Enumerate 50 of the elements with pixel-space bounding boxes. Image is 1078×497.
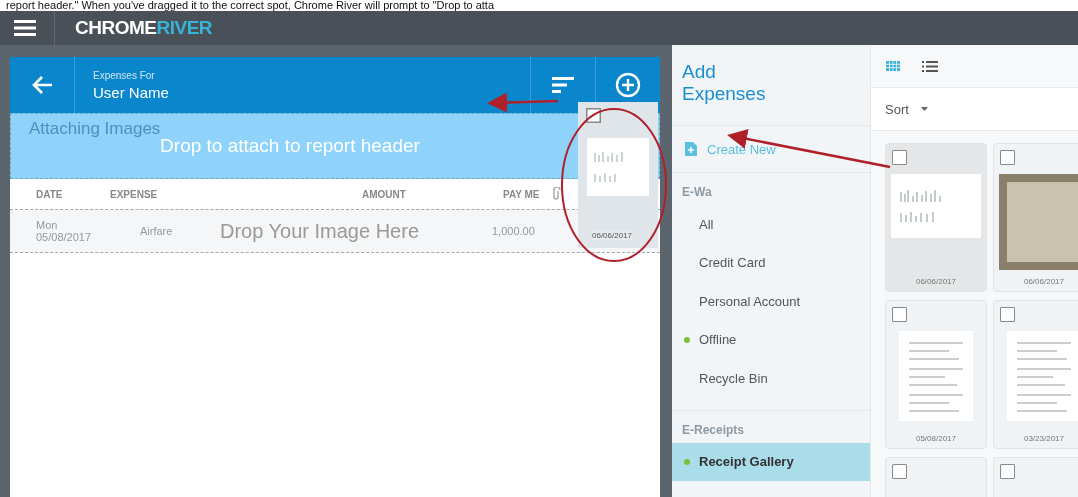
annotation-arrow (487, 92, 559, 113)
row-amount: 1,000.00 (492, 225, 535, 237)
section-label: E-Receipts (681, 421, 746, 439)
receipt-card[interactable]: 06/06/2017 (993, 143, 1078, 292)
list-view-icon[interactable] (922, 60, 938, 72)
sidebar-item[interactable]: All (672, 205, 870, 244)
receipt-date: 06/06/2017 (592, 231, 633, 240)
drop-message: Drop to attach to report header (160, 135, 420, 157)
checkbox[interactable] (892, 464, 907, 479)
column-header: PAY ME (503, 188, 540, 200)
report-subtitle: Expenses For (93, 69, 156, 81)
row-date: 05/08/2017 (36, 231, 92, 243)
back-arrow-icon[interactable] (32, 75, 54, 95)
receipt-scan-image (587, 138, 649, 196)
checkbox[interactable] (1000, 307, 1015, 322)
receipt-date: 03/23/2017 (1023, 434, 1064, 443)
checkbox[interactable] (892, 150, 907, 165)
drop-message: Drop Your Image Here (220, 219, 419, 243)
checkbox[interactable] (892, 307, 907, 322)
sidebar-item[interactable]: Offline (672, 320, 870, 359)
receipt-card[interactable]: 05/08/2017 (885, 300, 987, 449)
receipt-date: 06/06/2017 (915, 277, 956, 286)
row-expense: Airfare (140, 225, 173, 237)
row-day: Mon (36, 219, 92, 231)
receipt-card[interactable]: 06/06/2017 (885, 143, 987, 292)
column-header: DATE (36, 188, 63, 200)
sort-dropdown[interactable]: Sort (871, 88, 1078, 131)
sidebar-item[interactable]: Personal Account (672, 282, 870, 321)
section-label: E-Wa (681, 184, 713, 201)
receipt-card[interactable]: 03/23/2017 (993, 300, 1078, 449)
sidebar-title: Add Expenses (681, 60, 767, 106)
report-title: User Name (93, 83, 170, 101)
sidebar-item[interactable]: Credit Card (672, 243, 870, 282)
section-title: Attaching Images (29, 119, 161, 139)
sidebar-item[interactable]: Receipt Gallery (672, 442, 870, 481)
receipt-date: 05/08/2017 (915, 434, 956, 443)
column-header: AMOUNT (362, 188, 406, 200)
caption-text: report header." When you've dragged it to the correct spot, Chrome River will prompt to "Drop to atta (5, 0, 496, 11)
caret-icon (920, 107, 928, 111)
sort-icon[interactable] (552, 77, 574, 93)
sidebar-item[interactable]: Recycle Bin (672, 359, 870, 398)
receipt-date: 06/06/2017 (1023, 277, 1064, 286)
checkbox[interactable] (1000, 464, 1015, 479)
column-header: EXPENSE (110, 188, 158, 200)
add-icon[interactable] (615, 72, 641, 98)
checkbox[interactable] (1000, 150, 1015, 165)
grid-view-icon[interactable] (886, 61, 900, 71)
paperclip-icon (551, 187, 561, 201)
document-add-icon (685, 142, 697, 156)
menu-icon[interactable] (14, 20, 36, 36)
